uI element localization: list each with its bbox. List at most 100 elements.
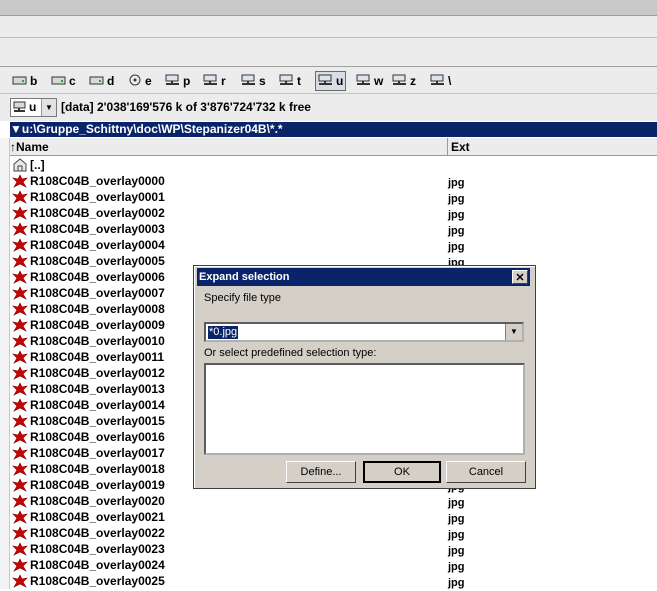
file-row[interactable]: R108C04B_overlay0000 jpg [12, 173, 652, 189]
toolbar-divider [0, 37, 657, 38]
file-row[interactable]: R108C04B_overlay0002 jpg [12, 205, 652, 221]
network-drive-icon [241, 74, 255, 85]
file-row[interactable]: R108C04B_overlay0001 jpg [12, 189, 652, 205]
predefined-selection-list[interactable] [204, 363, 525, 455]
column-separator[interactable] [447, 138, 448, 155]
drive-letter: b [30, 74, 38, 88]
file-name: R108C04B_overlay0022 [30, 526, 165, 540]
drive-letter: z [410, 74, 416, 88]
menu-bar [0, 0, 657, 16]
image-file-icon [12, 478, 28, 492]
file-row[interactable]: R108C04B_overlay0023 jpg [12, 541, 652, 557]
hard-drive-icon [51, 76, 66, 85]
network-drive-icon [356, 74, 370, 85]
drive-button[interactable]: r [203, 73, 226, 89]
file-type-label: Specify file type [204, 292, 282, 304]
file-row[interactable]: R108C04B_overlay0024 jpg [12, 557, 652, 573]
drive-button[interactable]: u [315, 71, 347, 91]
parent-dir-row[interactable]: [..] [12, 157, 652, 173]
chevron-down-icon[interactable]: ▼ [41, 99, 56, 116]
drive-letter: s [259, 74, 266, 88]
image-file-icon [12, 334, 28, 348]
network-drive-icon [165, 74, 179, 85]
image-file-icon [12, 494, 28, 508]
file-name: R108C04B_overlay0016 [30, 430, 165, 444]
drive-letter: t [297, 74, 301, 88]
image-file-icon [12, 382, 28, 396]
file-name: R108C04B_overlay0003 [30, 222, 165, 236]
file-row[interactable]: R108C04B_overlay0020 jpg [12, 493, 652, 509]
network-root-icon [430, 74, 444, 85]
image-file-icon [12, 542, 28, 556]
file-name: R108C04B_overlay0005 [30, 254, 165, 268]
expand-selection-dialog: Expand selection ✕ Specify file type *0.… [193, 265, 536, 489]
current-path[interactable]: ▼u:\Gruppe_Schittny\doc\WP\Stepanizer04B… [10, 122, 657, 137]
image-file-icon [12, 238, 28, 252]
hard-drive-icon [89, 76, 104, 85]
file-row[interactable]: R108C04B_overlay0004 jpg [12, 237, 652, 253]
file-row[interactable]: R108C04B_overlay0021 jpg [12, 509, 652, 525]
define-button[interactable]: Define... [286, 461, 356, 483]
file-name: R108C04B_overlay0024 [30, 558, 165, 572]
ok-button[interactable]: OK [363, 461, 441, 483]
predefined-selection-label: Or select predefined selection type: [204, 347, 377, 359]
image-file-icon [12, 574, 28, 588]
drive-button[interactable]: e [127, 73, 152, 89]
dialog-title-text: Expand selection [199, 271, 290, 283]
drive-button[interactable]: b [12, 73, 37, 89]
dialog-title: Expand selection ✕ [197, 268, 530, 286]
column-name-header[interactable]: ↑Name [10, 140, 49, 154]
drive-button[interactable]: c [51, 73, 76, 89]
image-file-icon [12, 366, 28, 380]
drive-selector[interactable]: u ▼ [10, 98, 57, 117]
network-drive-icon [279, 74, 293, 85]
file-type-combobox[interactable]: *0.jpg ▼ [204, 322, 524, 342]
drive-letter: u [336, 74, 344, 88]
column-ext-header[interactable]: Ext [451, 140, 470, 154]
image-file-icon [12, 462, 28, 476]
file-name: R108C04B_overlay0000 [30, 174, 165, 188]
image-file-icon [12, 254, 28, 268]
image-file-icon [12, 398, 28, 412]
file-name: R108C04B_overlay0009 [30, 318, 165, 332]
cancel-button[interactable]: Cancel [446, 461, 526, 483]
drive-bar: b c d e p r s t u w z \ [0, 67, 657, 94]
drive-button[interactable]: s [241, 73, 266, 89]
file-name: R108C04B_overlay0002 [30, 206, 165, 220]
image-file-icon [12, 302, 28, 316]
file-name: R108C04B_overlay0014 [30, 398, 165, 412]
drive-button[interactable]: t [279, 73, 301, 89]
up-folder-icon [13, 158, 27, 172]
file-name: R108C04B_overlay0021 [30, 510, 165, 524]
image-file-icon [12, 510, 28, 524]
image-file-icon [12, 318, 28, 332]
image-file-icon [12, 222, 28, 236]
file-name: R108C04B_overlay0015 [30, 414, 165, 428]
file-name: R108C04B_overlay0013 [30, 382, 165, 396]
file-row[interactable]: R108C04B_overlay0025 jpg [12, 573, 652, 589]
drive-button[interactable]: w [356, 73, 383, 89]
file-type-value[interactable]: *0.jpg [208, 326, 239, 339]
file-name: R108C04B_overlay0019 [30, 478, 165, 492]
file-name: R108C04B_overlay0004 [30, 238, 165, 252]
file-name: R108C04B_overlay0007 [30, 286, 165, 300]
close-icon[interactable]: ✕ [512, 270, 528, 284]
file-name: R108C04B_overlay0011 [30, 350, 165, 364]
file-row[interactable]: R108C04B_overlay0003 jpg [12, 221, 652, 237]
drive-letter: r [221, 74, 226, 88]
toolbar [0, 16, 657, 67]
chevron-down-icon[interactable]: ▼ [505, 324, 522, 340]
drive-button[interactable]: \ [430, 73, 451, 89]
image-file-icon [12, 558, 28, 572]
image-file-icon [12, 270, 28, 284]
drive-button[interactable]: z [392, 73, 416, 89]
image-file-icon [12, 350, 28, 364]
network-drive-icon [318, 74, 332, 85]
image-file-icon [12, 286, 28, 300]
file-row[interactable]: R108C04B_overlay0022 jpg [12, 525, 652, 541]
drive-button[interactable]: p [165, 73, 190, 89]
drive-button[interactable]: d [89, 73, 114, 89]
drive-info-bar: u ▼ [data] 2'038'169'576 k of 3'876'724'… [0, 94, 657, 121]
left-panel-edge [0, 138, 10, 589]
drive-letter: p [183, 74, 191, 88]
